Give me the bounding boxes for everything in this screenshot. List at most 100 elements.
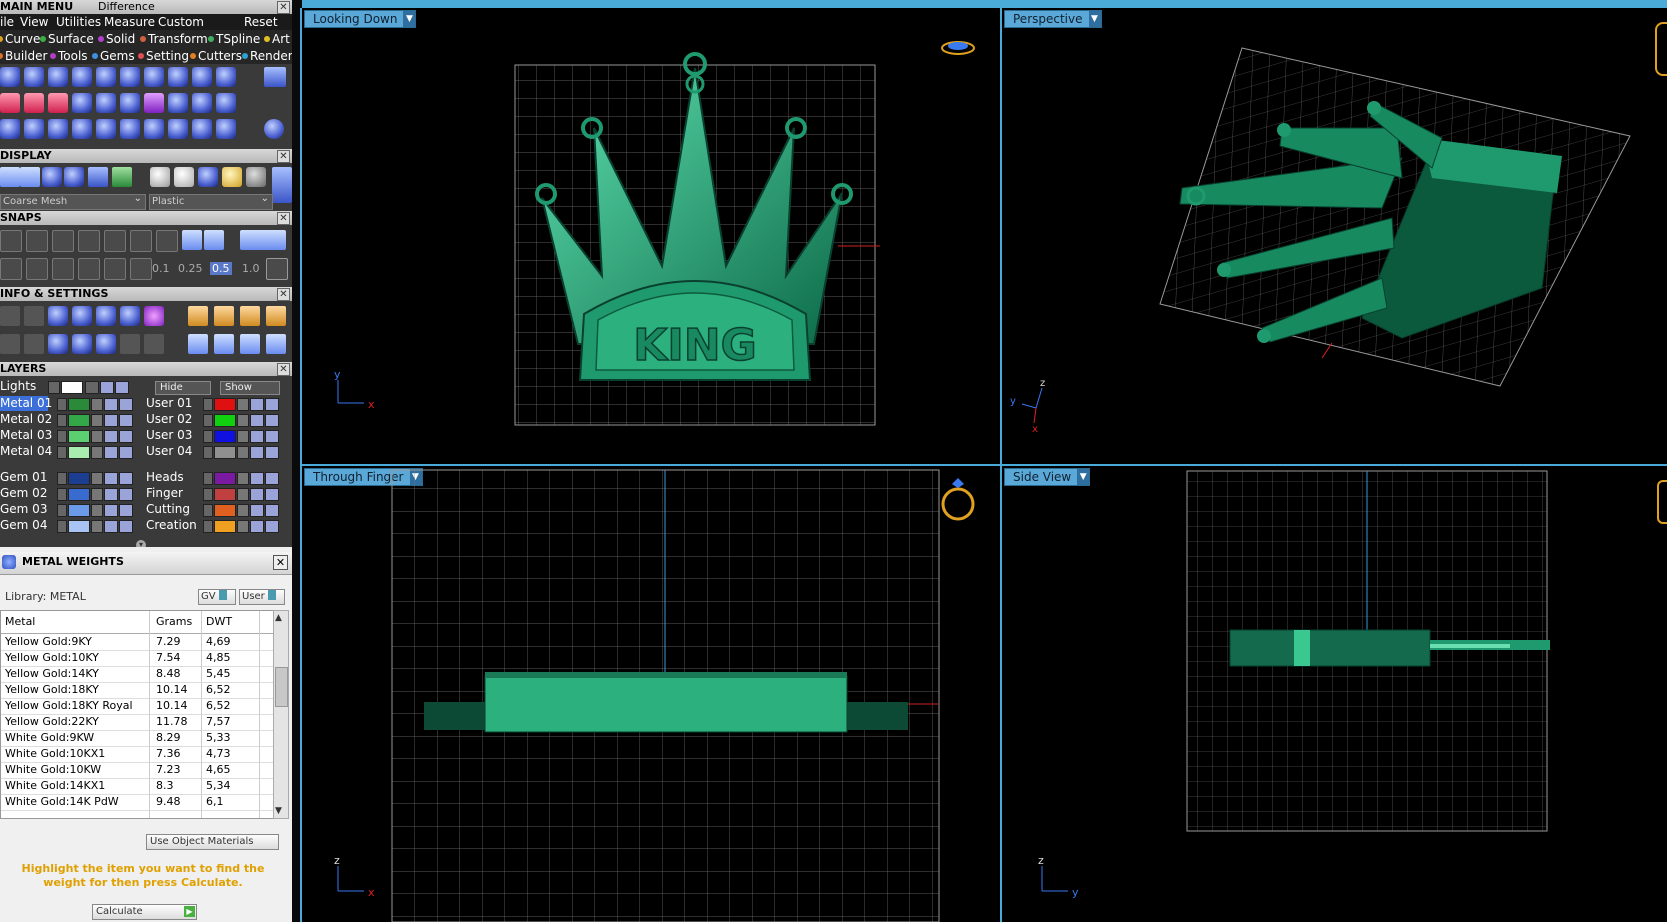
wand-tool-icon[interactable] bbox=[192, 93, 212, 113]
split-tool-icon[interactable] bbox=[192, 119, 212, 139]
expand-arrow-icon[interactable] bbox=[203, 446, 213, 459]
layer-color-swatch[interactable] bbox=[214, 414, 236, 427]
layer-name[interactable]: Metal 04 bbox=[0, 444, 52, 459]
prong-tool-icon[interactable] bbox=[96, 67, 116, 87]
layer-name[interactable]: User 03 bbox=[146, 428, 194, 443]
move-tool-icon[interactable] bbox=[96, 119, 116, 139]
lock-icon[interactable] bbox=[91, 430, 103, 443]
note-icon[interactable] bbox=[144, 334, 164, 354]
menu-reset[interactable]: Reset bbox=[244, 15, 278, 29]
visible-icon[interactable] bbox=[104, 398, 118, 411]
layer-row[interactable]: Metal 04 bbox=[0, 444, 140, 459]
select-icon[interactable] bbox=[265, 446, 279, 459]
viewport-through-finger[interactable]: Through Finger▼ z x bbox=[302, 466, 1000, 922]
select-icon[interactable] bbox=[119, 488, 133, 501]
rotate-tool-icon[interactable] bbox=[72, 93, 92, 113]
expand-arrow-icon[interactable] bbox=[57, 472, 67, 485]
layer-row[interactable]: Creation bbox=[146, 518, 286, 533]
lock-icon[interactable] bbox=[237, 488, 249, 501]
visible-icon[interactable] bbox=[104, 446, 118, 459]
material-grey-icon[interactable] bbox=[246, 167, 266, 187]
layer-row[interactable]: Cutting bbox=[146, 502, 286, 517]
tab-gems[interactable]: Gems bbox=[92, 49, 135, 63]
plus-tool-icon[interactable] bbox=[0, 93, 20, 113]
select-icon[interactable] bbox=[119, 430, 133, 443]
ring-view-4-icon[interactable] bbox=[266, 334, 286, 354]
select-icon[interactable] bbox=[119, 504, 133, 517]
select-icon[interactable] bbox=[265, 398, 279, 411]
menu-measure[interactable]: Measure bbox=[104, 15, 155, 29]
close-icon[interactable]: ✕ bbox=[277, 150, 290, 163]
snap-mid-icon[interactable] bbox=[182, 230, 202, 250]
expand-arrow-icon[interactable] bbox=[48, 381, 60, 394]
gv-toggle[interactable]: GV bbox=[198, 589, 236, 605]
render-region-icon[interactable] bbox=[240, 306, 260, 326]
scroll-thumb[interactable] bbox=[275, 667, 288, 707]
link-tool-icon[interactable] bbox=[168, 119, 188, 139]
lock-icon[interactable] bbox=[91, 398, 103, 411]
visible-icon[interactable] bbox=[250, 430, 264, 443]
visible-icon[interactable] bbox=[104, 504, 118, 517]
close-icon[interactable]: ✕ bbox=[277, 212, 290, 225]
snap-angle-icon[interactable] bbox=[104, 230, 126, 252]
lock-icon[interactable] bbox=[237, 472, 249, 485]
layer-row[interactable]: Gem 03 bbox=[0, 502, 140, 517]
layer-name[interactable]: Metal 02 bbox=[0, 412, 52, 427]
layer-color-swatch[interactable] bbox=[68, 398, 90, 411]
expand-arrow-icon[interactable] bbox=[57, 414, 67, 427]
select-icon[interactable] bbox=[265, 504, 279, 517]
select-icon[interactable] bbox=[119, 398, 133, 411]
snap-circle-icon[interactable] bbox=[156, 230, 178, 252]
expand-arrow-icon[interactable] bbox=[203, 520, 213, 533]
use-object-materials-toggle[interactable]: Use Object Materials bbox=[146, 834, 279, 850]
snap-active-icon[interactable] bbox=[240, 230, 286, 250]
lock-icon[interactable] bbox=[91, 504, 103, 517]
edit-points-icon[interactable] bbox=[120, 93, 140, 113]
layer-row[interactable]: Metal 02 bbox=[0, 412, 140, 427]
tab-render[interactable]: Render bbox=[242, 49, 292, 63]
filter-icon[interactable] bbox=[96, 334, 116, 354]
ring-view-3-icon[interactable] bbox=[240, 334, 260, 354]
layer-color-swatch[interactable] bbox=[68, 472, 90, 485]
snap-diag-icon[interactable] bbox=[78, 258, 100, 280]
expand-arrow-icon[interactable] bbox=[203, 398, 213, 411]
layer-color-swatch[interactable] bbox=[214, 472, 236, 485]
tab-cutters[interactable]: Cutters bbox=[190, 49, 242, 63]
layer-name[interactable]: Heads bbox=[146, 470, 194, 485]
layer-color-swatch[interactable] bbox=[68, 430, 90, 443]
wireframe-icon[interactable] bbox=[0, 167, 20, 187]
cylinder-icon[interactable] bbox=[72, 334, 92, 354]
ring-orientation-icon[interactable] bbox=[941, 478, 975, 521]
tab-tools[interactable]: Tools bbox=[50, 49, 88, 63]
snap-box-icon[interactable] bbox=[26, 258, 48, 280]
col-metal[interactable]: Metal bbox=[5, 611, 35, 633]
calculate-button[interactable]: Calculate ▶ bbox=[92, 904, 197, 920]
select-icon[interactable] bbox=[265, 414, 279, 427]
select-icon[interactable] bbox=[265, 472, 279, 485]
snap-grid-size-icon[interactable] bbox=[266, 258, 288, 280]
document-icon[interactable] bbox=[96, 306, 116, 326]
layer-row[interactable]: User 01 bbox=[146, 396, 286, 411]
snap-grid-icon[interactable] bbox=[0, 230, 22, 252]
layer-row[interactable]: Finger bbox=[146, 486, 286, 501]
lock-icon[interactable] bbox=[237, 430, 249, 443]
layer-name[interactable]: Metal 03 bbox=[0, 428, 52, 443]
tab-tspline[interactable]: TSpline bbox=[208, 32, 260, 46]
select-tool-icon[interactable] bbox=[120, 334, 140, 354]
crown-model-front[interactable] bbox=[424, 672, 908, 733]
tab-solid[interactable]: Solid bbox=[98, 32, 135, 46]
layer-row[interactable]: Heads bbox=[146, 470, 286, 485]
layer-color-swatch[interactable] bbox=[68, 488, 90, 501]
render-settings-icon[interactable] bbox=[188, 306, 208, 326]
lock-icon[interactable] bbox=[91, 472, 103, 485]
close-icon[interactable]: ✕ bbox=[273, 555, 288, 570]
render-output-icon[interactable] bbox=[266, 306, 286, 326]
visible-icon[interactable] bbox=[100, 381, 114, 394]
lock-icon[interactable] bbox=[237, 414, 249, 427]
lock-icon[interactable] bbox=[237, 520, 249, 533]
bail-tool-icon[interactable] bbox=[72, 67, 92, 87]
visible-icon[interactable] bbox=[250, 472, 264, 485]
cube-info-icon[interactable] bbox=[72, 306, 92, 326]
layer-name[interactable]: Gem 02 bbox=[0, 486, 48, 501]
snap-curve-icon[interactable] bbox=[26, 230, 48, 252]
